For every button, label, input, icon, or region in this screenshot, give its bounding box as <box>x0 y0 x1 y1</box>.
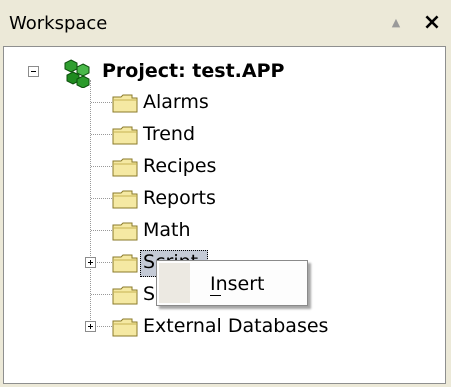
workspace-panel: Workspace ▲ × Project: test.APP Alarms T… <box>0 0 451 387</box>
panel-edge <box>446 46 451 384</box>
tree-guide-line <box>90 80 92 330</box>
tree-connector <box>91 294 112 296</box>
tree-item-alarms[interactable]: Alarms <box>143 91 209 113</box>
tree-item-recipes[interactable]: Recipes <box>143 155 216 177</box>
mnemonic-underline <box>210 295 221 296</box>
triangle-up-icon[interactable]: ▲ <box>385 12 407 34</box>
project-label[interactable]: Project: test.APP <box>102 60 284 82</box>
folder-icon <box>112 190 138 209</box>
tree-item-reports[interactable]: Reports <box>143 187 216 209</box>
tree-connector <box>91 166 112 168</box>
tree-item-external-databases[interactable]: External Databases <box>143 315 328 337</box>
menu-item-insert[interactable]: Insert <box>159 263 305 303</box>
workspace-titlebar: Workspace ▲ × <box>0 0 451 46</box>
context-menu: Insert <box>156 260 308 306</box>
folder-icon <box>112 126 138 145</box>
folder-icon <box>112 222 138 241</box>
tree-connector <box>91 102 112 104</box>
folder-icon <box>112 158 138 177</box>
workspace-title: Workspace <box>9 13 108 34</box>
folder-icon <box>112 254 138 273</box>
tree-item-math[interactable]: Math <box>143 219 191 241</box>
tree-connector <box>91 198 112 200</box>
close-icon[interactable]: × <box>420 11 444 35</box>
tree-item-trend[interactable]: Trend <box>143 123 195 145</box>
folder-icon <box>112 286 138 305</box>
tree-connector <box>91 230 112 232</box>
folder-icon <box>112 318 138 337</box>
tree-item-s[interactable]: S <box>143 283 155 305</box>
folder-icon <box>112 94 138 113</box>
project-collapse-toggle[interactable] <box>28 66 39 77</box>
tree-connector <box>91 134 112 136</box>
menu-item-insert-label: Insert <box>210 273 265 295</box>
project-cubes-icon <box>64 59 90 88</box>
external-databases-expand-toggle[interactable] <box>85 321 96 332</box>
script-expand-toggle[interactable] <box>85 257 96 268</box>
